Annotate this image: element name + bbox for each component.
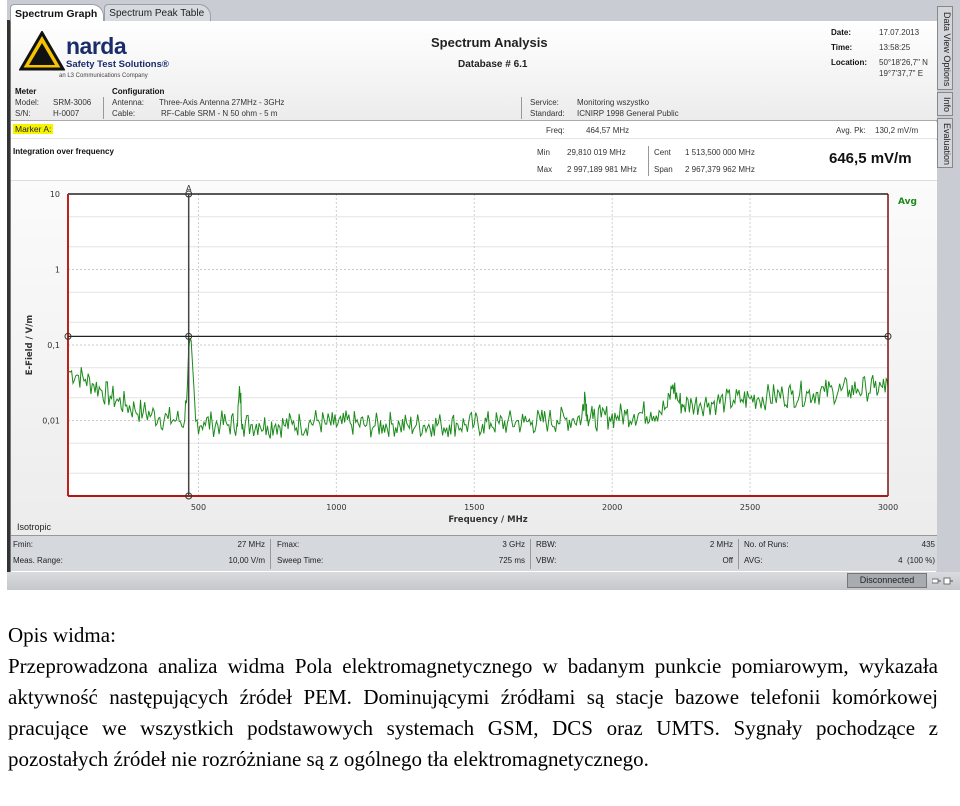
spectrum-chart: 10 1 0,1 0,01 500 1000 1500 2000 2500 3000 Frequen…: [11, 180, 937, 535]
spectrum-description: Opis widma: Przeprowadzona analiza widma…: [8, 620, 938, 775]
range-value: 10,00 V/m: [228, 556, 265, 565]
model-label: Model:: [15, 98, 40, 107]
vbw-value: Off: [722, 556, 733, 565]
logo-subtitle: Safety Test Solutions®: [66, 59, 169, 70]
x-tick-label: 2000: [602, 503, 622, 512]
spectrum-chart-svg: 10 1 0,1 0,01 500 1000 1500 2000 2500 3000 Frequen…: [25, 184, 917, 525]
meter-heading: Meter: [15, 87, 37, 96]
service-label: Service:: [530, 98, 559, 107]
marker-avgpk-label: Avg. Pk:: [836, 126, 866, 135]
cable-label: Cable:: [112, 109, 136, 118]
divider: [738, 539, 739, 569]
sweep-value: 725 ms: [498, 556, 525, 565]
marker-freq-label: Freq:: [546, 126, 565, 135]
cent-label: Cent: [654, 148, 671, 157]
marker-freq-value: 464,57 MHz: [586, 126, 630, 135]
location-n: 50°18'26,7" N: [879, 58, 928, 67]
sn-label: S/N:: [15, 109, 31, 118]
standard-value: ICNIRP 1998 General Public: [577, 109, 679, 118]
x-tick-label: 500: [191, 503, 206, 512]
status-bar: Disconnected: [7, 572, 960, 590]
date-value: 17.07.2013: [879, 28, 920, 37]
narda-logo: narda Safety Test Solutions® an L3 Commu…: [18, 30, 169, 79]
antenna-value: Three-Axis Antenna 27MHz - 3GHz: [159, 98, 285, 107]
report-title: Spectrum Analysis: [431, 35, 548, 50]
max-value: 2 997,189 981 MHz: [567, 165, 637, 174]
x-tick-label: 3000: [878, 503, 898, 512]
divider: [648, 146, 649, 176]
description-body: Przeprowadzona analiza widma Pola elektr…: [8, 654, 938, 771]
divider: [270, 539, 271, 569]
spectrum-graph-panel: narda Safety Test Solutions® an L3 Commu…: [10, 21, 937, 572]
y-tick-label: 1: [55, 266, 60, 275]
y-axis-label: E-Field / V/m: [25, 315, 35, 376]
range-label: Meas. Range:: [13, 556, 63, 565]
x-tick-label: 1000: [326, 503, 346, 512]
x-axis-label: Frequency / MHz: [448, 515, 527, 525]
divider: [530, 539, 531, 569]
tab-spectrum-peak-table[interactable]: Spectrum Peak Table: [104, 4, 212, 22]
rbw-value: 2 MHz: [709, 540, 733, 549]
warning-triangle-icon: [18, 30, 66, 71]
vbw-label: VBW:: [536, 556, 557, 565]
y-tick-label: 0,1: [47, 341, 60, 350]
divider: [103, 97, 104, 119]
location-e: 19°7'37,7" E: [879, 69, 924, 78]
status-panel: Fmin: 27 MHz Meas. Range: 10,00 V/m Fmax…: [11, 535, 937, 571]
side-tab-info[interactable]: Info: [937, 92, 953, 116]
integration-panel: Integration over frequency Min 29,810 01…: [11, 140, 937, 180]
connection-plug-icon[interactable]: [932, 576, 954, 586]
description-heading: Opis widma:: [8, 623, 116, 647]
y-tick-label: 10: [50, 190, 60, 199]
cable-value: RF-Cable SRM - N 50 ohm - 5 m: [161, 109, 278, 118]
rbw-label: RBW:: [536, 540, 557, 549]
model-value: SRM-3006: [53, 98, 92, 107]
marker-a-label[interactable]: Marker A:: [13, 124, 54, 134]
fmax-value: 3 GHz: [502, 540, 525, 549]
antenna-label: Antenna:: [112, 98, 145, 107]
span-value: 2 967,379 962 MHz: [685, 165, 755, 174]
min-value: 29,810 019 MHz: [567, 148, 626, 157]
integration-result: 646,5 mV/m: [829, 150, 912, 167]
side-tab-data-view-options[interactable]: Data View Options: [937, 6, 953, 90]
date-label: Date:: [831, 28, 852, 37]
fmin-value: 27 MHz: [237, 540, 265, 549]
x-tick-label: 2500: [740, 503, 760, 512]
tab-spectrum-graph[interactable]: Spectrum Graph: [10, 4, 105, 22]
connection-status[interactable]: Disconnected: [847, 573, 927, 588]
avg-label: AVG:: [744, 556, 763, 565]
integration-title: Integration over frequency: [13, 147, 114, 156]
logo-word: narda: [66, 33, 127, 59]
fmax-label: Fmax:: [277, 540, 300, 549]
marker-avgpk-value: 130,2 mV/m: [875, 126, 919, 135]
standard-label: Standard:: [530, 109, 565, 118]
span-label: Span: [654, 165, 673, 174]
location-label: Location:: [831, 58, 867, 67]
x-tick-label: 1500: [464, 503, 484, 512]
sn-value: H-0007: [53, 109, 80, 118]
report-header: narda Safety Test Solutions® an L3 Commu…: [11, 21, 937, 121]
fmin-label: Fmin:: [13, 540, 33, 549]
legend-entry: Avg: [898, 197, 917, 207]
antenna-mode: Isotropic: [17, 522, 52, 532]
logo-company: an L3 Communications Company: [59, 73, 148, 79]
max-label: Max: [537, 165, 553, 174]
side-tab-evaluation[interactable]: Evaluation: [937, 118, 953, 168]
time-value: 13:58:25: [879, 43, 911, 52]
view-tabs: Spectrum Graph Spectrum Peak Table: [10, 4, 212, 22]
runs-value: 435: [921, 540, 935, 549]
service-value: Monitoring wszystko: [577, 98, 650, 107]
min-label: Min: [537, 148, 550, 157]
sweep-label: Sweep Time:: [277, 556, 324, 565]
database-label: Database # 6.1: [458, 59, 528, 70]
runs-label: No. of Runs:: [744, 540, 789, 549]
divider: [521, 97, 522, 119]
marker-row: Marker A: Freq: 464,57 MHz Avg. Pk: 130,…: [11, 122, 937, 139]
time-label: Time:: [831, 43, 853, 52]
avg-value: 4 (100 %): [898, 556, 935, 565]
y-tick-label: 0,01: [42, 417, 60, 426]
cent-value: 1 513,500 000 MHz: [685, 148, 755, 157]
config-heading: Configuration: [112, 87, 165, 96]
